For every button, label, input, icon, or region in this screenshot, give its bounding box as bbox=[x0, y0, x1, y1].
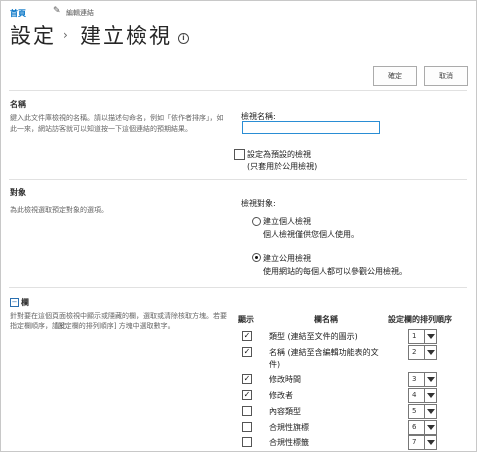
row-checkbox[interactable] bbox=[242, 437, 252, 447]
order-value: 1 bbox=[412, 332, 417, 340]
column-header-order: 設定欄的排列順序 bbox=[388, 315, 452, 324]
chevron-down-icon bbox=[424, 330, 436, 343]
order-value: 7 bbox=[412, 438, 417, 446]
minus-box-icon[interactable]: − bbox=[10, 298, 19, 307]
columns-description-2: [設定欄的排列順序] 方塊中選取數字。 bbox=[55, 322, 175, 330]
personal-view-radio[interactable] bbox=[252, 217, 261, 226]
name-section-description-2: 此一來，網站訪客就可以知道按一下這個連結的預期結果。 bbox=[10, 125, 192, 133]
public-view-sub: 使用網站的每個人都可以參觀公用檢視。 bbox=[263, 267, 407, 276]
audience-label: 檢視對象: bbox=[241, 199, 276, 208]
pencil-icon: ✎ bbox=[53, 6, 61, 16]
order-select[interactable]: 5 bbox=[408, 404, 437, 419]
view-name-input[interactable] bbox=[242, 121, 380, 134]
order-select[interactable]: 3 bbox=[408, 372, 437, 387]
chevron-down-icon bbox=[424, 436, 436, 449]
cancel-button[interactable]: 取消 bbox=[424, 66, 468, 86]
order-select[interactable]: 2 bbox=[408, 345, 437, 360]
chevron-down-icon bbox=[424, 405, 436, 418]
row-name: 合規性標籤 bbox=[269, 438, 309, 447]
divider bbox=[9, 179, 467, 180]
order-value: 3 bbox=[412, 375, 417, 383]
row-checkbox[interactable]: ✓ bbox=[242, 390, 252, 400]
row-checkbox[interactable] bbox=[242, 406, 252, 416]
row-name: 類型 (連結至文件的圖示) bbox=[269, 332, 358, 341]
row-checkbox[interactable]: ✓ bbox=[242, 331, 252, 341]
ok-button[interactable]: 確定 bbox=[373, 66, 417, 86]
chevron-down-icon bbox=[424, 389, 436, 402]
order-select[interactable]: 4 bbox=[408, 388, 437, 403]
default-view-sublabel: (只套用於公用檢視) bbox=[247, 162, 318, 171]
divider bbox=[9, 287, 467, 288]
row-name: 內容類型 bbox=[269, 407, 301, 416]
name-section-heading: 名稱 bbox=[10, 100, 26, 109]
order-value: 2 bbox=[412, 348, 417, 356]
order-select[interactable]: 6 bbox=[408, 420, 437, 435]
row-name: 合規性旗標 bbox=[269, 423, 309, 432]
default-view-label: 設定為預設的檢視 bbox=[247, 150, 311, 159]
order-value: 6 bbox=[412, 423, 417, 431]
column-header-name: 欄名稱 bbox=[314, 315, 338, 324]
edit-links[interactable]: 編輯連結 bbox=[66, 8, 94, 18]
personal-view-sub: 個人檢視僅供您個人使用。 bbox=[263, 230, 359, 239]
row-name: 修改時間 bbox=[269, 375, 301, 384]
column-header-show: 顯示 bbox=[238, 315, 254, 324]
row-checkbox[interactable]: ✓ bbox=[242, 347, 252, 357]
row-checkbox[interactable]: ✓ bbox=[242, 374, 252, 384]
personal-view-title: 建立個人檢視 bbox=[263, 217, 311, 226]
public-view-title: 建立公用檢視 bbox=[263, 254, 311, 263]
chevron-down-icon bbox=[424, 346, 436, 359]
audience-section-description: 為此檢視選取預定對象的選項。 bbox=[10, 206, 108, 214]
breadcrumb-separator-icon: › bbox=[63, 28, 68, 42]
public-view-radio[interactable] bbox=[252, 253, 261, 262]
breadcrumb-home[interactable]: 首頁 bbox=[10, 8, 26, 19]
divider bbox=[9, 90, 467, 91]
order-value: 5 bbox=[412, 407, 417, 415]
page-title: 建立檢視 bbox=[80, 24, 172, 48]
order-select[interactable]: 7 bbox=[408, 435, 437, 450]
default-view-checkbox[interactable] bbox=[234, 149, 245, 160]
audience-section-heading: 對象 bbox=[10, 188, 26, 197]
order-value: 4 bbox=[412, 391, 417, 399]
chevron-down-icon bbox=[424, 421, 436, 434]
columns-section-heading: 欄 bbox=[21, 298, 29, 307]
info-icon[interactable]: i bbox=[178, 33, 189, 44]
row-name: 修改者 bbox=[269, 391, 293, 400]
page-title-settings[interactable]: 設定 bbox=[10, 20, 56, 50]
row-name: 名稱 (連結至含編輯功能表的文件) bbox=[269, 348, 379, 369]
name-section-description-1: 鍵入此文件庫檢視的名稱。請以描述句命名，例如「依作者排序」，如 bbox=[10, 114, 224, 122]
order-select[interactable]: 1 bbox=[408, 329, 437, 344]
chevron-down-icon bbox=[424, 373, 436, 386]
row-checkbox[interactable] bbox=[242, 422, 252, 432]
